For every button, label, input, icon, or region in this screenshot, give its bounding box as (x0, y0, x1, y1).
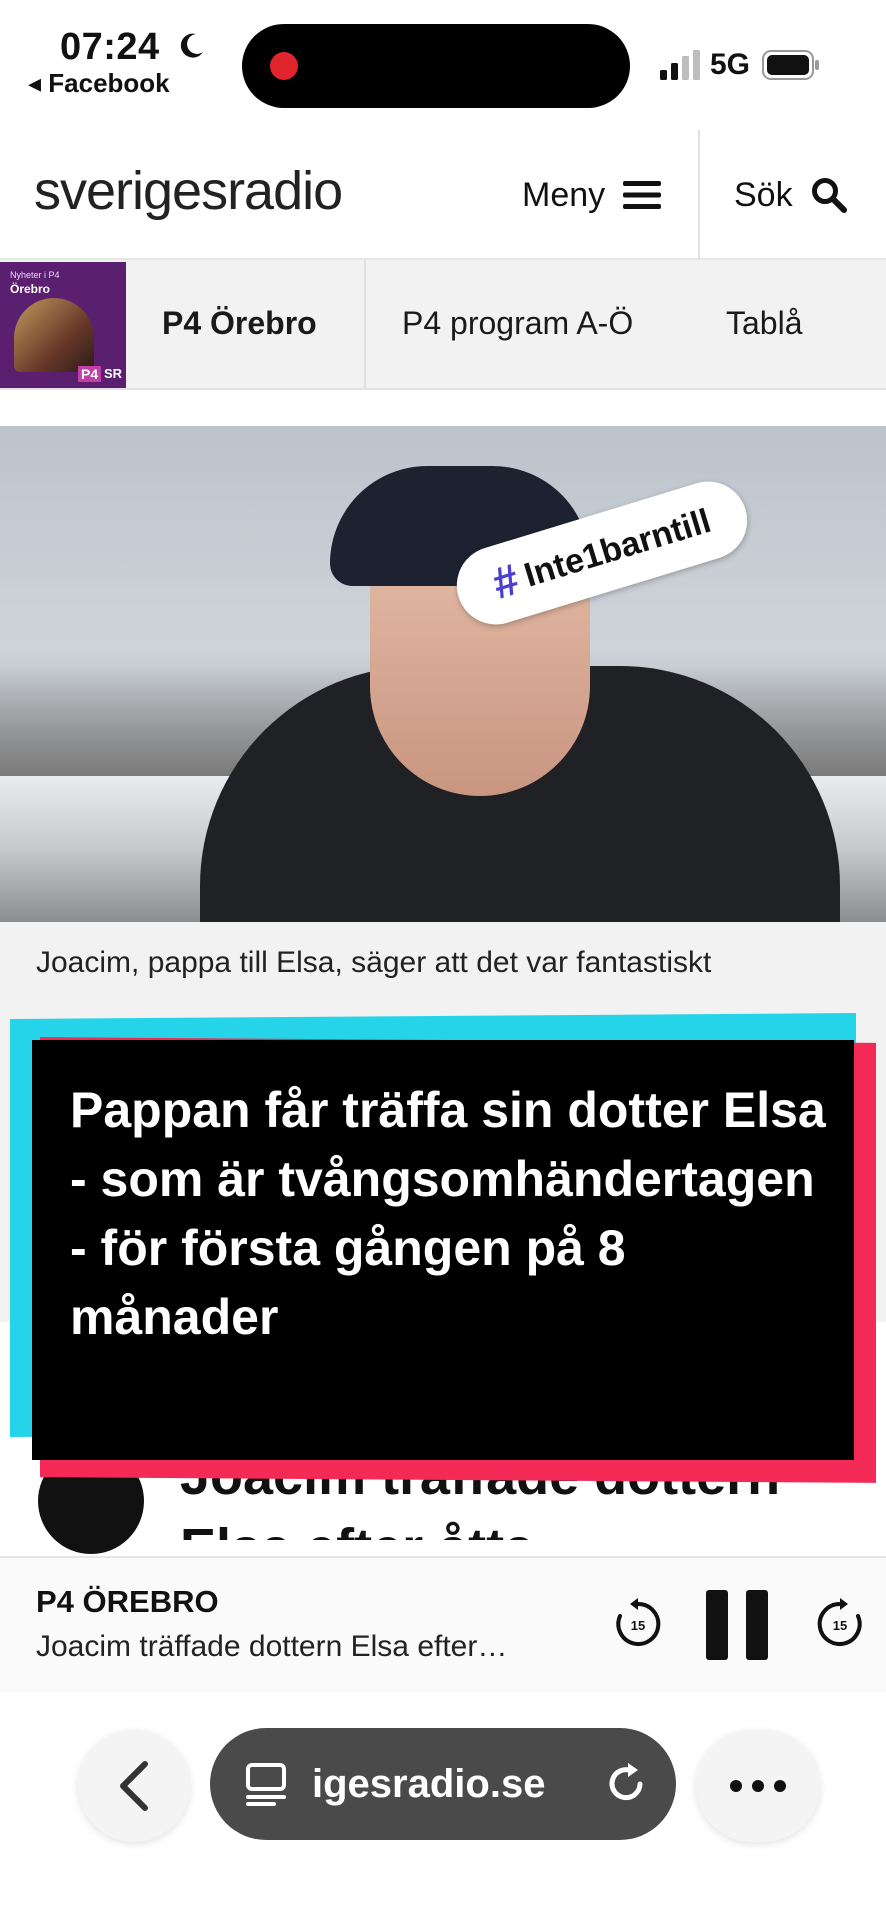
header-divider (698, 130, 700, 260)
network-type: 5G (710, 48, 751, 81)
status-time: 07:24 (60, 26, 160, 68)
overlay-headline-text: Pappan får träffa sin dotter Elsa - som … (70, 1082, 826, 1345)
reader-tabs-icon[interactable] (244, 1761, 290, 1807)
search-button[interactable]: Sök (734, 170, 847, 220)
tab-program-a-o[interactable]: P4 program A-Ö (402, 260, 633, 386)
rewind-15-icon[interactable]: 15 (612, 1598, 664, 1650)
status-bar: 07:24 ◂ Facebook 5G (0, 0, 886, 130)
moon-icon (180, 33, 203, 58)
pause-bar-right (746, 1590, 768, 1660)
rewind-label: 15 (631, 1618, 645, 1633)
forward-label: 15 (833, 1618, 847, 1633)
thumb-p4-badge: P4 (78, 366, 102, 382)
thumb-sr-badge: SR (104, 366, 123, 381)
pause-bar-left (706, 1590, 728, 1660)
player-episode-title[interactable]: Joacim träffade dottern Elsa efter… (36, 1630, 596, 1664)
site-header: sverigesradio Meny Sök (0, 130, 886, 260)
channel-nav: Nyheter i P4 Örebro P4 SR P4 Örebro P4 p… (0, 260, 886, 390)
tab-divider (364, 260, 366, 388)
menu-button[interactable]: Meny (522, 170, 662, 220)
thumb-artwork (14, 298, 94, 372)
reload-icon[interactable] (602, 1760, 650, 1808)
hamburger-icon (623, 181, 662, 209)
dynamic-island (242, 24, 630, 108)
back-to-app-link[interactable]: ◂ Facebook (28, 68, 170, 99)
thumb-city-text: Örebro (10, 282, 51, 296)
recording-indicator-icon (270, 52, 298, 80)
url-text: igesradio.se (312, 1761, 546, 1806)
sveriges-radio-logo[interactable]: sverigesradio (34, 160, 343, 222)
address-bar[interactable]: igesradio.se (210, 1728, 676, 1840)
tab-p4-orebro[interactable]: P4 Örebro (162, 260, 317, 386)
player-pause-button[interactable] (706, 1590, 770, 1660)
article-hero-image: # Inte1barntill (0, 426, 886, 922)
browser-back-button[interactable] (78, 1730, 190, 1842)
dot-icon (730, 1780, 742, 1792)
battery-icon (762, 50, 819, 80)
chevron-left-icon (120, 1761, 148, 1811)
player-station: P4 ÖREBRO (36, 1584, 219, 1619)
p4-orebro-channel-image[interactable]: Nyheter i P4 Örebro P4 SR (0, 262, 126, 388)
dot-icon (774, 1780, 786, 1792)
image-caption: Joacim, pappa till Elsa, säger att det v… (36, 946, 712, 979)
more-options-button[interactable] (696, 1730, 820, 1842)
search-icon (811, 178, 847, 213)
mini-player[interactable]: P4 ÖREBRO Joacim träffade dottern Elsa e… (0, 1556, 886, 1692)
search-label: Sök (734, 175, 793, 214)
tab-tabla[interactable]: Tablå (726, 260, 803, 386)
thumb-small-text: Nyheter i P4 (10, 270, 60, 280)
cellular-signal-icon (660, 50, 700, 80)
dot-icon (752, 1780, 764, 1792)
browser-toolbar: igesradio.se (0, 1692, 886, 1920)
forward-15-icon[interactable]: 15 (814, 1598, 866, 1650)
hash-icon: # (487, 554, 525, 609)
menu-label: Meny (522, 175, 606, 214)
